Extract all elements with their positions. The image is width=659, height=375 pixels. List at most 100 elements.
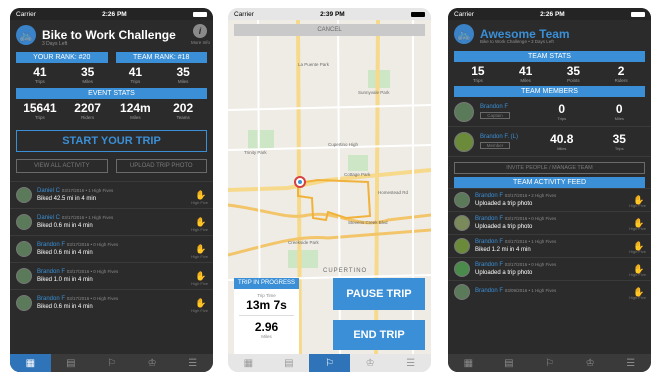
end-trip-button[interactable]: END TRIP — [333, 320, 425, 350]
team-icon: 🚲 — [454, 24, 474, 44]
high-five-icon[interactable]: ✋ — [195, 244, 207, 255]
member-value-label: Miles — [557, 145, 567, 151]
feed-desc: Biked 0.6 mi in 4 min — [37, 250, 93, 256]
feed-desc: Uploaded a trip photo — [475, 224, 533, 230]
list-item[interactable]: Brandon F 03/17/2016 • 0 High Fives Biked… — [10, 289, 213, 316]
high-five-icon[interactable]: ✋ — [195, 271, 207, 282]
upload-photo-button[interactable]: UPLOAD TRIP PHOTO — [115, 159, 207, 173]
info-icon[interactable]: i — [193, 24, 207, 38]
stat-value: 35 — [80, 65, 95, 79]
tab-team-icon[interactable]: ♔ — [350, 354, 391, 372]
tab-stats-icon[interactable]: ▤ — [51, 354, 92, 372]
list-item[interactable]: Brandon F 03/17/2016 • 0 High Fives Biked… — [10, 235, 213, 262]
feed-user[interactable]: Brandon F — [37, 242, 65, 248]
event-title: Bike to Work Challenge — [42, 28, 176, 42]
member-tag: Captain — [480, 112, 510, 119]
start-trip-button[interactable]: START YOUR TRIP — [16, 130, 207, 152]
stat-label: Trips — [34, 79, 45, 84]
feed-meta: 03/17/2016 • 0 High Fives — [66, 242, 119, 247]
tab-stats-icon[interactable]: ▤ — [489, 354, 530, 372]
high-five-label: High Five — [191, 308, 208, 313]
trip-status: TRIP IN PROGRESS — [234, 278, 299, 289]
tab-ride-icon[interactable]: ⚐ — [529, 354, 570, 372]
high-five-label: High Five — [629, 295, 646, 300]
tab-stats-icon[interactable]: ▤ — [269, 354, 310, 372]
activity-feed: Daniel C 03/17/2016 • 1 High Fives Biked … — [10, 181, 213, 316]
rank-stats: 41 Trips 35 Miles 41 Trips 35 Miles — [10, 63, 213, 85]
feed-user[interactable]: Brandon F — [475, 239, 503, 245]
list-item[interactable]: Brandon F 03/17/2016 • 2 High Fives Uploa… — [448, 188, 651, 211]
high-five-icon[interactable]: ✋ — [195, 298, 207, 309]
tab-menu-icon[interactable]: ☰ — [172, 354, 213, 372]
member-name[interactable]: Brandon F — [480, 104, 508, 110]
feed-user[interactable]: Brandon F — [475, 288, 503, 294]
stat-label: Riders — [614, 78, 628, 83]
event-header: 🚲 Bike to Work Challenge 3 Days Left i M… — [10, 20, 213, 50]
list-item[interactable]: Daniel C 03/17/2016 • 1 High Fives Biked … — [10, 208, 213, 235]
feed-user[interactable]: Brandon F — [37, 269, 65, 275]
stat-label: Riders — [81, 115, 95, 120]
avatar — [16, 241, 32, 257]
feed-user[interactable]: Daniel C — [37, 188, 60, 194]
team-stats: 15 Trips 41 Miles 35 Points 2 Riders — [448, 62, 651, 84]
tab-team-icon[interactable]: ♔ — [570, 354, 611, 372]
trip-time-value: 13m 7s — [246, 298, 287, 312]
stat-label: Trips — [34, 115, 45, 120]
feed-meta: 03/17/2016 • 2 High Fives — [504, 193, 557, 198]
stat-cell: 2 Riders — [597, 65, 645, 84]
avatar — [454, 238, 470, 254]
tab-menu-icon[interactable]: ☰ — [390, 354, 431, 372]
stat-cell: 41 Miles — [502, 65, 550, 84]
feed-meta: 03/17/2016 • 0 High Fives — [66, 269, 119, 274]
feed-user[interactable]: Brandon F — [475, 262, 503, 268]
tab-ride-icon[interactable]: ⚐ — [309, 354, 350, 372]
feed-desc: Biked 1.2 mi in 4 min — [475, 247, 531, 253]
feed-desc: Biked 0.6 mi in 4 min — [37, 304, 93, 310]
high-five-icon[interactable]: ✋ — [195, 217, 207, 228]
feed-meta: 03/17/2016 • 1 High Fives — [61, 188, 114, 193]
member-value-label: Miles — [614, 115, 624, 121]
phone-dashboard: Carrier 2:26 PM 🚲 Bike to Work Challenge… — [10, 8, 213, 372]
feed-desc: Uploaded a trip photo — [475, 201, 533, 207]
feed-meta: 03/17/2016 • 1 High Fives — [61, 215, 114, 220]
tab-dashboard-icon[interactable]: ▦ — [448, 354, 489, 372]
feed-meta: 03/17/2016 • 0 High Fives — [66, 296, 119, 301]
pause-trip-button[interactable]: PAUSE TRIP — [333, 278, 425, 310]
list-item[interactable]: Brandon F 03/17/2016 • 0 High Fives Biked… — [10, 262, 213, 289]
stat-label: Miles — [520, 78, 531, 83]
event-stats: 15641 Trips 2207 Riders 124m Miles 202 Teams — [10, 99, 213, 121]
stat-value: 41 — [33, 65, 47, 79]
member-name[interactable]: Brandon F. (L) — [480, 134, 518, 140]
high-five-label: High Five — [191, 227, 208, 232]
tab-dashboard-icon[interactable]: ▦ — [10, 354, 51, 372]
member-tag: Member — [480, 142, 510, 149]
team-member-row[interactable]: Brandon F. (L) Member 40.8 Miles 35 Trips — [448, 127, 651, 157]
tab-team-icon[interactable]: ♔ — [132, 354, 173, 372]
list-item[interactable]: Brandon F 03/09/2016 • 1 High Fives ✋ Hi… — [448, 280, 651, 303]
feed-user[interactable]: Brandon F — [475, 193, 503, 199]
avatar — [454, 215, 470, 231]
member-value: 0 — [615, 101, 623, 116]
view-activity-button[interactable]: VIEW ALL ACTIVITY — [16, 159, 108, 173]
feed-user[interactable]: Daniel C — [37, 215, 60, 221]
team-member-row[interactable]: Brandon F Captain 0 Trips 0 Miles — [448, 97, 651, 127]
list-item[interactable]: Brandon F 03/17/2016 • 0 High Fives Uploa… — [448, 211, 651, 234]
battery-icon — [192, 11, 207, 17]
invite-manage-button[interactable]: INVITE PEOPLE / MANAGE TEAM — [454, 162, 645, 174]
list-item[interactable]: Brandon F 03/17/2016 • 0 High Fives Uploa… — [448, 257, 651, 280]
tab-menu-icon[interactable]: ☰ — [610, 354, 651, 372]
feed-user[interactable]: Brandon F — [37, 296, 65, 302]
high-five-icon[interactable]: ✋ — [195, 190, 207, 201]
list-item[interactable]: Daniel C 03/17/2016 • 1 High Fives Biked … — [10, 181, 213, 208]
trip-miles-value: 2.96 — [254, 320, 279, 334]
cancel-button[interactable]: CANCEL — [234, 24, 425, 36]
status-bar: Carrier 2:26 PM — [10, 8, 213, 20]
list-item[interactable]: Brandon F 03/17/2016 • 1 High Fives Biked… — [448, 234, 651, 257]
tab-dashboard-icon[interactable]: ▦ — [228, 354, 269, 372]
status-bar: Carrier 2:39 PM — [228, 8, 431, 20]
member-value: 35 — [612, 131, 626, 146]
feed-meta: 03/17/2016 • 0 High Fives — [504, 262, 557, 267]
tab-ride-icon[interactable]: ⚐ — [91, 354, 132, 372]
phone-team: Carrier 2:26 PM 🚲 Awesome Team Bike to W… — [448, 8, 651, 372]
feed-user[interactable]: Brandon F — [475, 216, 503, 222]
